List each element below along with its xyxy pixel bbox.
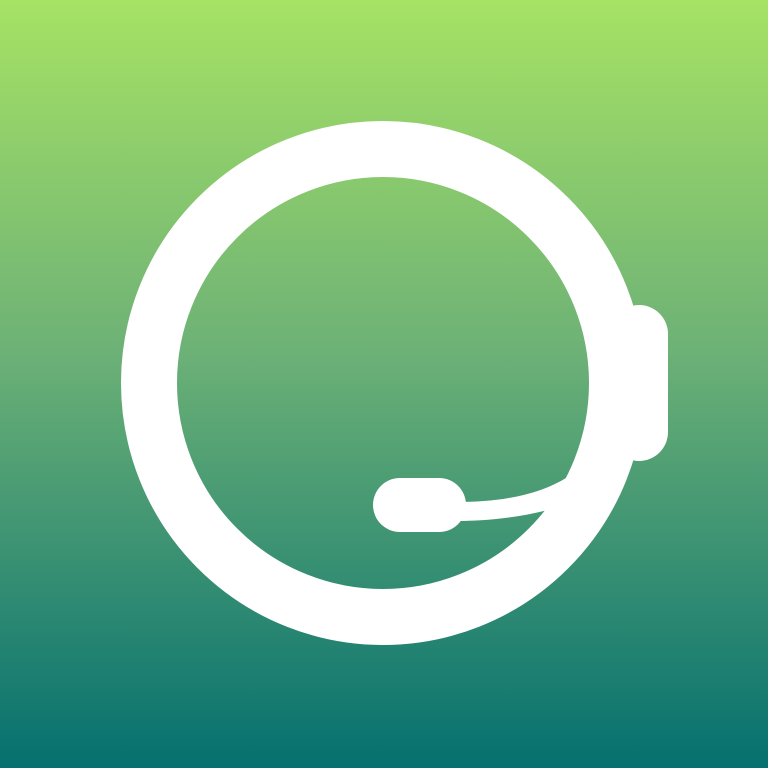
headset-icon <box>121 121 668 645</box>
headset-ring <box>121 121 645 645</box>
headset-mic <box>373 478 466 532</box>
headset-earpiece <box>610 305 668 461</box>
app-icon <box>0 0 768 768</box>
